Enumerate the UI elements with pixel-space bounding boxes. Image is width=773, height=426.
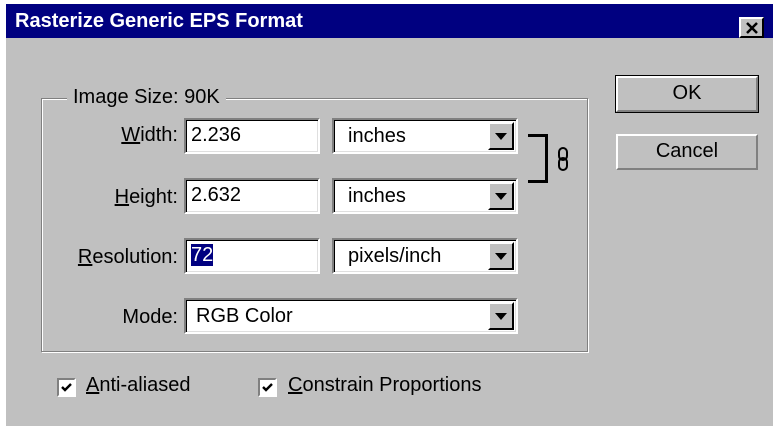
rasterize-dialog: Rasterize Generic EPS Format Image Size:… xyxy=(4,2,773,426)
resolution-selected-text: 72 xyxy=(191,244,214,266)
title-bar[interactable]: Rasterize Generic EPS Format xyxy=(6,4,773,38)
constrain-proportions-checkbox[interactable] xyxy=(258,378,277,397)
chevron-down-icon xyxy=(495,312,507,320)
resolution-unit-dropdown-arrow[interactable] xyxy=(488,242,514,270)
width-input[interactable]: 2.236 xyxy=(184,118,320,154)
chevron-down-icon xyxy=(495,252,507,260)
mode-dropdown-arrow[interactable] xyxy=(488,302,514,330)
chevron-down-icon xyxy=(495,132,507,140)
mode-dropdown[interactable]: RGB Color xyxy=(184,298,518,334)
resolution-input[interactable]: 72 xyxy=(184,238,320,274)
checkmark-icon xyxy=(61,383,72,392)
height-input[interactable]: 2.632 xyxy=(184,178,320,214)
height-unit-dropdown[interactable]: inches xyxy=(332,178,518,214)
image-size-label: Image Size: 90K xyxy=(67,86,226,109)
mode-label: Mode: xyxy=(122,306,178,328)
resolution-label: Resolution: xyxy=(77,246,178,268)
chevron-down-icon xyxy=(495,192,507,200)
checkmark-icon xyxy=(262,383,273,392)
height-unit-dropdown-arrow[interactable] xyxy=(488,182,514,210)
width-unit-dropdown[interactable]: inches xyxy=(332,118,518,154)
chain-link-icon xyxy=(558,147,568,171)
anti-aliased-label[interactable]: Anti-aliased xyxy=(86,374,191,397)
cancel-button[interactable]: Cancel xyxy=(616,134,758,170)
height-label: Height: xyxy=(114,186,178,208)
close-button[interactable] xyxy=(739,17,764,38)
close-icon xyxy=(745,21,758,34)
constrain-proportions-label[interactable]: Constrain Proportions xyxy=(288,374,481,397)
ok-button[interactable]: OK xyxy=(615,75,759,113)
resolution-unit-dropdown[interactable]: pixels/inch xyxy=(332,238,518,274)
dialog-title: Rasterize Generic EPS Format xyxy=(15,10,303,32)
constrain-link-bracket xyxy=(528,134,548,183)
anti-aliased-checkbox[interactable] xyxy=(57,378,76,397)
width-unit-dropdown-arrow[interactable] xyxy=(488,122,514,150)
width-label: Width: xyxy=(121,124,178,146)
